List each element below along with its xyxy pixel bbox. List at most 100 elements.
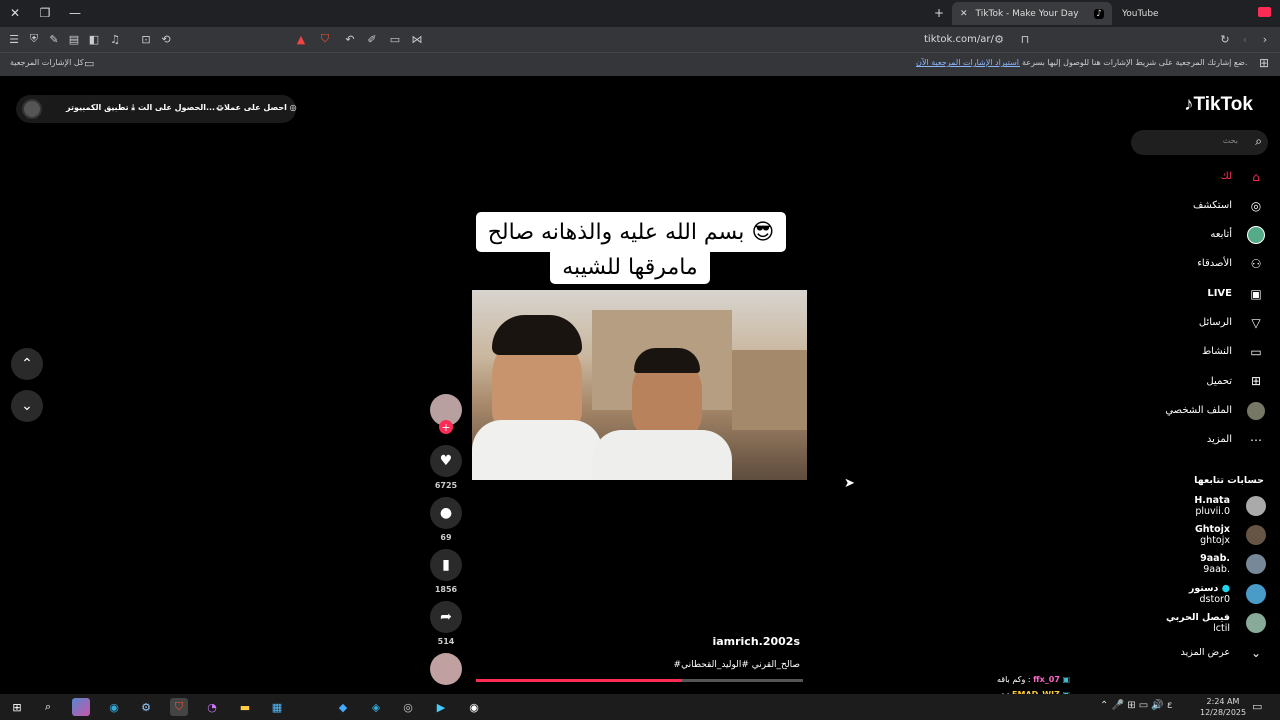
obs-icon[interactable]: ◉ — [465, 698, 483, 716]
sidebar-item-activity[interactable]: النشاط — [1202, 346, 1232, 357]
search-icon[interactable]: ⌕ — [39, 698, 57, 716]
user-avatar[interactable] — [22, 99, 42, 119]
shield-icon[interactable]: ⛨ — [25, 30, 43, 48]
extensions-icon[interactable]: ⟲ — [157, 30, 175, 48]
close-window-icon[interactable]: ✕ — [4, 4, 26, 22]
tiktok-logo[interactable]: ♪TikTok — [1184, 94, 1253, 116]
search-input[interactable]: بحث ⌕ — [1131, 130, 1268, 155]
chat-app-icon[interactable]: ◔ — [203, 698, 221, 716]
app-icon[interactable]: ◈ — [367, 698, 385, 716]
previous-video-button[interactable]: ⌃ — [11, 348, 43, 380]
sidebar-item-friends[interactable]: الأصدقاء — [1197, 258, 1232, 269]
avatar[interactable] — [1246, 554, 1266, 574]
site-settings-icon[interactable]: ⚙ — [990, 30, 1008, 48]
send-icon: ▽ — [1251, 316, 1261, 330]
forward-icon[interactable]: › — [1256, 30, 1274, 48]
bookmark-icon[interactable]: ⊓ — [1016, 30, 1034, 48]
minimize-window-icon[interactable]: — — [64, 4, 86, 22]
desktop-app-link[interactable]: تطبيق الكمبيوتر ⤓ — [66, 103, 135, 113]
back-icon[interactable]: ‹ — [1236, 30, 1254, 48]
save-button[interactable]: ▮ — [430, 549, 462, 581]
following-item[interactable]: Ghtojx ghtojx — [1195, 524, 1230, 546]
brave-shield-icon[interactable]: ⛉ — [316, 30, 334, 48]
screenshot-icon[interactable]: ⊡ — [137, 30, 155, 48]
tab-tiktok[interactable]: ✕ TikTok - Make Your Day ♪ — [952, 2, 1112, 25]
following-item[interactable]: H.nata pluvii.0 — [1194, 495, 1230, 517]
following-item[interactable]: دستور ● dstor0 — [1189, 583, 1230, 605]
follow-plus-icon[interactable]: + — [439, 420, 453, 434]
game-icon: ▣ — [1062, 675, 1070, 684]
translate-icon[interactable]: ⋈ — [408, 30, 426, 48]
comment-button[interactable]: ● — [430, 497, 462, 529]
restore-window-icon[interactable]: ❐ — [34, 4, 56, 22]
following-item[interactable]: 9aab. 9aab. — [1200, 553, 1230, 575]
share-count: 514 — [437, 637, 455, 646]
video-author[interactable]: iamrich.2002s — [600, 635, 800, 648]
tabs-icon[interactable]: ▤ — [65, 30, 83, 48]
sound-avatar[interactable] — [430, 653, 462, 685]
reload-icon[interactable]: ↻ — [1216, 30, 1234, 48]
new-tab-icon[interactable]: + — [928, 4, 950, 22]
avatar[interactable] — [1246, 613, 1266, 633]
windows-start-icon[interactable]: ⊞ — [8, 698, 26, 716]
more-icon: ⋯ — [1250, 433, 1262, 447]
all-bookmarks-link[interactable]: كل الإشارات المرجعية — [10, 58, 84, 67]
hair-image — [492, 315, 582, 355]
profile-flag-icon[interactable] — [1258, 7, 1271, 17]
copilot-icon[interactable] — [72, 698, 90, 716]
store-icon[interactable]: ▦ — [268, 698, 286, 716]
tab-close-icon[interactable]: ✕ — [960, 9, 968, 19]
video-progress-track[interactable] — [476, 679, 803, 682]
mouse-cursor-icon: ➤ — [844, 476, 855, 491]
sidebar-item-upload[interactable]: تحميل — [1206, 376, 1232, 387]
like-button[interactable]: ♥ — [430, 445, 462, 477]
sidebar-item-following[interactable]: أتابعه — [1210, 229, 1232, 240]
coins-link[interactable]: احصل على عملات ◎ — [216, 103, 297, 112]
sidebar-item-explore[interactable]: استكشف — [1193, 200, 1232, 211]
tab-youtube[interactable]: YouTube — [1114, 2, 1204, 25]
reader-icon[interactable]: ▭ — [386, 30, 404, 48]
search-icon[interactable]: ⌕ — [1255, 134, 1262, 149]
tray-icons[interactable]: ⌃ 🎤 ⊞ ▭ 🔊 ε — [1100, 700, 1172, 711]
app-icon[interactable]: ▶ — [432, 698, 450, 716]
file-explorer-icon[interactable]: ▬ — [236, 698, 254, 716]
windows-taskbar — [0, 694, 1280, 720]
sidebar-icon[interactable]: ◧ — [85, 30, 103, 48]
edge-icon[interactable]: ◉ — [105, 698, 123, 716]
sidebar-item-more[interactable]: المزيد — [1207, 434, 1232, 445]
next-video-button[interactable]: ⌄ — [11, 390, 43, 422]
menu-icon[interactable]: ☰ — [5, 30, 23, 48]
chevron-down-icon[interactable]: ⌄ — [1247, 644, 1265, 662]
clock[interactable]: 2:24 AM 12/28/2025 — [1200, 696, 1246, 718]
draw-icon[interactable]: ✐ — [363, 30, 381, 48]
tiktok-favicon-icon: ♪ — [1094, 8, 1104, 19]
folder-icon[interactable]: ▭ — [84, 57, 94, 70]
notification-icon[interactable]: ▭ — [1252, 700, 1262, 713]
sidebar-item-profile[interactable]: الملف الشخصي — [1165, 405, 1232, 416]
video-player[interactable] — [472, 290, 807, 480]
pin-icon[interactable]: ✎ — [45, 30, 63, 48]
alert-extension-icon[interactable]: ▲ — [292, 30, 310, 48]
avatar[interactable] — [1246, 525, 1266, 545]
steam-icon[interactable]: ⚙ — [137, 698, 155, 716]
import-bookmarks-link[interactable]: استيراد الإشارات المرجعية الآن... — [916, 58, 1020, 67]
music-icon[interactable]: ♫ — [106, 30, 124, 48]
bookmarks-hint: ضع إشارتك المرجعية على شريط الإشارات هنا… — [1022, 58, 1248, 67]
avatar[interactable] — [1246, 584, 1266, 604]
apps-grid-icon[interactable]: ⊞ — [1259, 56, 1269, 70]
show-more-link[interactable]: عرض المزيد — [1181, 647, 1230, 658]
undo-icon[interactable]: ↶ — [341, 30, 359, 48]
brave-icon[interactable]: ⛉ — [170, 698, 188, 716]
app-icon[interactable]: ◎ — [399, 698, 417, 716]
avatar[interactable] — [1246, 496, 1266, 516]
app-icon[interactable]: ◆ — [334, 698, 352, 716]
sidebar-item-live[interactable]: LIVE — [1207, 288, 1232, 299]
address-bar[interactable]: tiktok.com/ar/ — [924, 34, 994, 45]
chat-line: وكم باقه : ffx_07 ▣ — [997, 675, 1070, 684]
share-button[interactable]: ➦ — [430, 601, 462, 633]
video-hashtags[interactable]: #صالح_القرني #الوليد_القحطاني — [560, 660, 800, 670]
sidebar-item-foryou[interactable]: لك — [1221, 171, 1232, 182]
sidebar-item-messages[interactable]: الرسائل — [1199, 317, 1232, 328]
get-app-link[interactable]: الحصول على الت... ▯ — [138, 103, 222, 112]
following-item[interactable]: فيصل الحربي lctil — [1166, 612, 1230, 634]
